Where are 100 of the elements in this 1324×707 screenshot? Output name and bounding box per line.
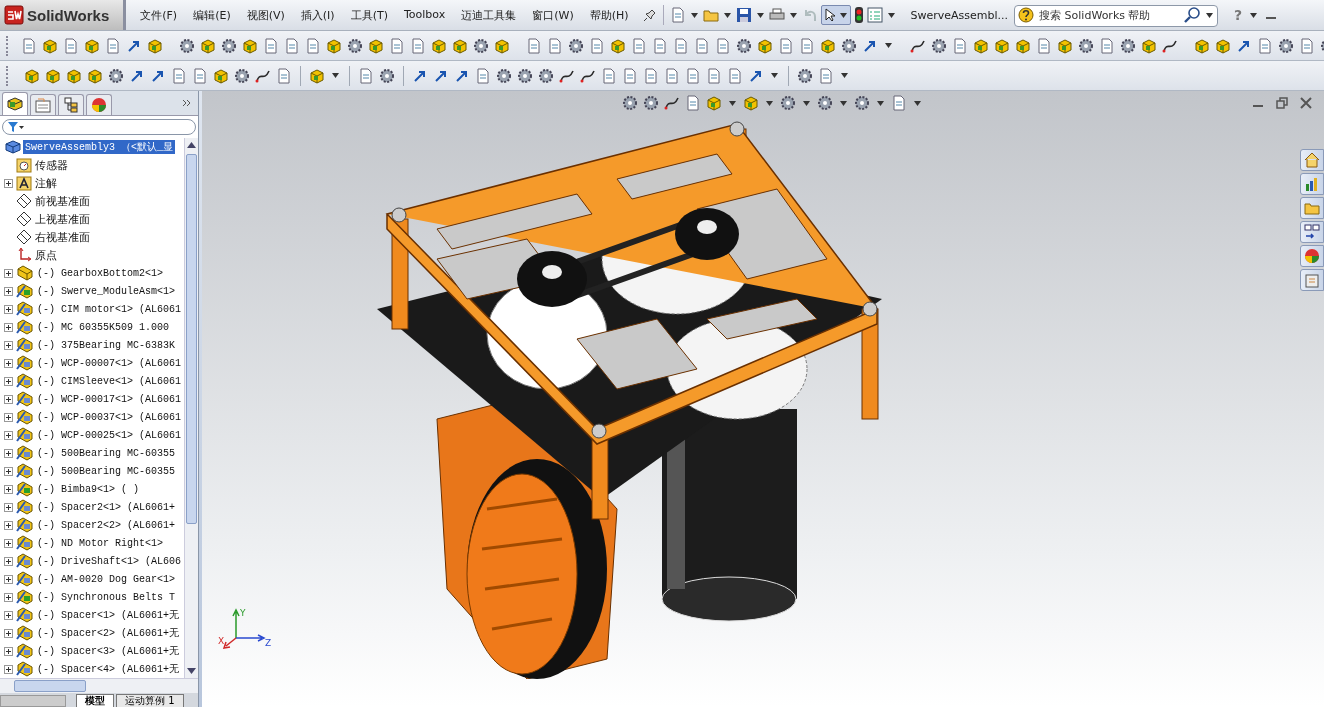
tree-item[interactable]: (-) Swerve_ModuleAsm<1> — [37, 285, 176, 297]
bottom-tab[interactable]: 模型 — [76, 694, 114, 707]
expand-icon[interactable] — [4, 358, 13, 368]
caret-icon[interactable] — [789, 12, 797, 18]
tree-item[interactable]: (-) WCP-00025<1> (AL6061 — [37, 429, 182, 441]
caret-icon[interactable] — [332, 73, 339, 78]
cube-icon[interactable] — [326, 37, 342, 54]
select-button[interactable] — [820, 5, 851, 25]
gear-icon[interactable] — [179, 37, 195, 54]
gear-icon[interactable] — [643, 95, 659, 111]
cube-icon[interactable] — [610, 37, 626, 54]
gear-icon[interactable] — [568, 37, 584, 54]
cube-icon[interactable] — [84, 37, 100, 54]
color-wheel-icon[interactable] — [1300, 245, 1324, 267]
cube-icon[interactable] — [242, 37, 258, 54]
cube-icon[interactable] — [45, 67, 61, 84]
caret-icon[interactable] — [1206, 13, 1214, 18]
gear-icon[interactable] — [1078, 37, 1094, 54]
document-icon[interactable] — [622, 67, 638, 84]
expand-icon[interactable] — [4, 412, 13, 422]
caret-icon[interactable] — [841, 73, 848, 78]
cube-icon[interactable] — [452, 37, 468, 54]
tree-item[interactable]: (-) Spacer2<1> (AL6061+ — [37, 501, 176, 513]
document-icon[interactable] — [589, 37, 605, 54]
expand-icon[interactable] — [4, 376, 13, 386]
gear-icon[interactable] — [234, 67, 250, 84]
cube-icon[interactable] — [87, 67, 103, 84]
tree-item[interactable]: (-) Spacer<1> (AL6061+无 — [37, 608, 180, 622]
document-icon[interactable] — [818, 67, 834, 84]
document-icon[interactable] — [601, 67, 617, 84]
caret-icon[interactable] — [887, 12, 895, 18]
expand-icon[interactable] — [4, 646, 13, 656]
checklist-icon[interactable] — [866, 7, 883, 23]
tree-item[interactable]: (-) GearboxBottom2<1> — [37, 267, 164, 279]
line-tool-icon[interactable] — [664, 95, 680, 111]
gear-icon[interactable] — [347, 37, 363, 54]
tree-item[interactable]: (-) Spacer<2> (AL6061+无 — [37, 626, 180, 640]
expand-icon[interactable] — [4, 466, 13, 476]
bar-chart-icon[interactable] — [1300, 173, 1324, 195]
menu-item[interactable]: 窗口(W) — [524, 7, 582, 23]
gear-icon[interactable] — [736, 37, 752, 54]
view-palette-icon[interactable] — [1300, 221, 1324, 243]
caret-icon[interactable] — [723, 12, 731, 18]
tree-item[interactable]: (-) Spacer<4> (AL6061+无 — [37, 662, 180, 676]
gear-icon[interactable] — [1120, 37, 1136, 54]
filter-field[interactable] — [2, 119, 196, 135]
tree-item[interactable]: (-) ND Motor Right<1> — [37, 537, 164, 549]
cube-icon[interactable] — [820, 37, 836, 54]
tree-item[interactable]: (-) AM-0020 Dog Gear<1> — [37, 573, 176, 585]
gear-icon[interactable] — [538, 67, 554, 84]
expand-icon[interactable] — [4, 448, 13, 458]
document-icon[interactable] — [631, 37, 647, 54]
document-icon[interactable] — [263, 37, 279, 54]
expand-icon[interactable] — [4, 538, 13, 548]
cube-icon[interactable] — [494, 37, 510, 54]
bottom-tab[interactable]: 运动算例 1 — [116, 694, 184, 707]
caret-icon[interactable] — [914, 100, 921, 106]
cube-icon[interactable] — [42, 37, 58, 54]
gear-icon[interactable] — [931, 37, 947, 54]
gear-icon[interactable] — [379, 67, 395, 84]
menu-item[interactable]: 文件(F) — [132, 7, 186, 23]
expand-icon[interactable] — [4, 430, 13, 440]
expand-icon[interactable] — [4, 592, 13, 602]
document-icon[interactable] — [526, 37, 542, 54]
cube-icon[interactable] — [706, 95, 722, 111]
tree-item[interactable]: (-) WCP-00017<1> (AL6061 — [37, 393, 182, 405]
caret-icon[interactable] — [766, 100, 773, 106]
document-icon[interactable] — [547, 37, 563, 54]
tree-item[interactable]: (-) 375Bearing MC-6383K — [37, 339, 176, 351]
expand-icon[interactable] — [4, 520, 13, 530]
gear-icon[interactable] — [1278, 37, 1294, 54]
expand-icon[interactable] — [4, 268, 13, 278]
tree-item[interactable]: (-) CIM motor<1> (AL6061 — [37, 303, 182, 315]
expand-icon[interactable] — [4, 394, 13, 404]
document-icon[interactable] — [891, 95, 907, 111]
caret-icon[interactable] — [840, 100, 847, 106]
search-icon[interactable] — [1184, 7, 1203, 23]
document-icon[interactable] — [673, 37, 689, 54]
home-icon[interactable] — [1300, 149, 1324, 171]
tree-item[interactable]: 前视基准面 — [35, 193, 90, 209]
caret-icon[interactable] — [885, 43, 892, 48]
tree-item[interactable]: 原点 — [35, 247, 57, 263]
document-icon[interactable] — [1036, 37, 1052, 54]
document-icon[interactable] — [727, 67, 743, 84]
menu-item[interactable]: 视图(V) — [238, 7, 293, 23]
tree-item[interactable]: (-) CIMSleeve<1> (AL6061 — [37, 375, 182, 387]
tree-item[interactable]: 右视基准面 — [35, 229, 90, 245]
tree-item[interactable]: (-) WCP-00037<1> (AL6061 — [37, 411, 182, 423]
document-icon[interactable] — [952, 37, 968, 54]
cube-icon[interactable] — [1015, 37, 1031, 54]
gear-icon[interactable] — [473, 37, 489, 54]
close-icon[interactable] — [1300, 97, 1312, 109]
expand-icon[interactable] — [4, 610, 13, 620]
gear-icon[interactable] — [108, 67, 124, 84]
caret-icon[interactable] — [803, 100, 810, 106]
cube-icon[interactable] — [309, 67, 325, 84]
gear-icon[interactable] — [496, 67, 512, 84]
document-icon[interactable] — [1299, 37, 1315, 54]
expand-icon[interactable] — [4, 628, 13, 638]
appearance-tab[interactable] — [86, 94, 112, 115]
